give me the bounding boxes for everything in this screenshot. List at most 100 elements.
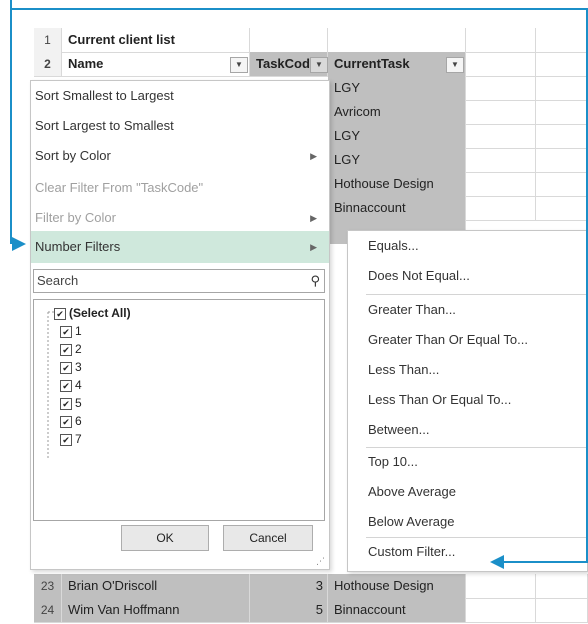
menu-item-sort-ascending[interactable]: Sort Smallest to Largest — [31, 81, 329, 111]
cell[interactable] — [250, 28, 328, 52]
cell[interactable] — [536, 574, 588, 598]
menu-item-label: Sort by Color — [35, 148, 111, 163]
submenu-item-equals[interactable]: Equals... — [368, 231, 419, 261]
row-number[interactable]: 24 — [34, 598, 62, 622]
checkbox-checked-icon[interactable]: ✔ — [60, 415, 72, 428]
filter-dropdown-menu: Sort Smallest to Largest Sort Largest to… — [30, 80, 330, 570]
task-cell[interactable]: Binnaccount — [328, 598, 466, 622]
checkbox-checked-icon[interactable]: ✔ — [60, 361, 72, 374]
menu-item-filter-by-color: Filter by Color ▶ — [31, 203, 329, 233]
tree-item-label: 1 — [75, 324, 82, 338]
tree-item-label: 7 — [75, 432, 82, 446]
header-name[interactable]: Name — [62, 52, 250, 76]
resize-grip-icon[interactable]: ⋰ — [316, 556, 325, 567]
submenu-item-top-10[interactable]: Top 10... — [368, 447, 418, 477]
task-cell[interactable]: LGY — [328, 148, 466, 172]
cell[interactable] — [466, 148, 536, 172]
callout-line-top — [10, 0, 12, 8]
taskcode-cell[interactable]: 3 — [250, 574, 328, 598]
submenu-arrow-icon: ▶ — [310, 242, 317, 252]
taskcode-filter-button[interactable]: ▼ — [310, 57, 328, 73]
tree-item[interactable]: ✔ 5 — [60, 394, 82, 412]
name-filter-button[interactable]: ▼ — [230, 57, 248, 73]
cell[interactable] — [466, 100, 536, 124]
search-icon: ⚲ — [310, 273, 320, 288]
cell[interactable] — [466, 172, 536, 196]
title-cell[interactable]: Current client list — [62, 28, 250, 52]
cell[interactable] — [466, 76, 536, 100]
submenu-item-less-than[interactable]: Less Than... — [368, 355, 439, 385]
submenu-item-between[interactable]: Between... — [368, 415, 429, 445]
cell[interactable] — [328, 28, 466, 52]
cell[interactable] — [536, 28, 588, 52]
name-cell[interactable]: Wim Van Hoffmann — [62, 598, 250, 622]
menu-item-clear-filter: Clear Filter From "TaskCode" — [35, 180, 204, 195]
row-number[interactable]: 2 — [34, 52, 62, 76]
submenu-item-below-average[interactable]: Below Average — [368, 507, 455, 537]
submenu-item-custom-filter[interactable]: Custom Filter... — [368, 537, 455, 567]
cell[interactable] — [466, 28, 536, 52]
submenu-arrow-icon: ▶ — [310, 151, 317, 161]
checkbox-checked-icon[interactable]: ✔ — [60, 343, 72, 356]
tree-item-label: 4 — [75, 378, 82, 392]
search-input[interactable]: Search ⚲ — [33, 269, 325, 293]
cancel-button[interactable]: Cancel — [223, 525, 313, 551]
callout-line-bottom-h — [504, 561, 588, 563]
checkbox-checked-icon[interactable]: ✔ — [60, 379, 72, 392]
menu-item-label: Number Filters — [35, 239, 121, 254]
cell[interactable] — [466, 196, 536, 220]
task-cell[interactable]: LGY — [328, 124, 466, 148]
header-row: 2 Name ▼ TaskCod ▼ CurrentTask ▼ — [34, 52, 588, 77]
cell[interactable] — [536, 598, 588, 622]
sheet-row: 23 Brian O'Driscoll 3 Hothouse Design — [34, 574, 588, 599]
submenu-item-above-average[interactable]: Above Average — [368, 477, 456, 507]
submenu-item-greater-than-or-equal[interactable]: Greater Than Or Equal To... — [368, 325, 528, 355]
row-number[interactable]: 1 — [34, 28, 62, 52]
tree-item[interactable]: ✔ 1 — [60, 322, 82, 340]
tree-item-label: 3 — [75, 360, 82, 374]
callout-line-left — [10, 8, 12, 244]
menu-item-sort-descending[interactable]: Sort Largest to Smallest — [31, 111, 329, 141]
number-filters-submenu: Equals... Does Not Equal... Greater Than… — [347, 230, 588, 572]
callout-arrow-right-icon — [490, 555, 504, 569]
checkbox-checked-icon[interactable]: ✔ — [54, 307, 66, 320]
cell[interactable] — [536, 52, 588, 76]
task-cell[interactable]: Binnaccount — [328, 196, 466, 220]
cell[interactable] — [466, 598, 536, 622]
submenu-item-less-than-or-equal[interactable]: Less Than Or Equal To... — [368, 385, 511, 415]
name-cell[interactable]: Brian O'Driscoll — [62, 574, 250, 598]
cell[interactable] — [466, 52, 536, 76]
tree-lines — [47, 311, 58, 460]
search-placeholder: Search — [37, 273, 79, 288]
tree-item[interactable]: ✔ 7 — [60, 430, 82, 448]
cell[interactable] — [466, 124, 536, 148]
checkbox-checked-icon[interactable]: ✔ — [60, 325, 72, 338]
submenu-item-does-not-equal[interactable]: Does Not Equal... — [368, 261, 470, 291]
callout-arrow-left-icon — [12, 237, 26, 251]
taskcode-cell[interactable]: 5 — [250, 598, 328, 622]
submenu-item-greater-than[interactable]: Greater Than... — [368, 295, 456, 325]
submenu-arrow-icon: ▶ — [310, 213, 317, 223]
tree-item-select-all[interactable]: ✔ (Select All) — [54, 304, 131, 322]
tree-item[interactable]: ✔ 3 — [60, 358, 82, 376]
menu-item-label: Filter by Color — [35, 210, 116, 225]
cell[interactable] — [466, 574, 536, 598]
task-cell[interactable]: Avricom — [328, 100, 466, 124]
row-number[interactable]: 23 — [34, 574, 62, 598]
task-cell[interactable]: Hothouse Design — [328, 574, 466, 598]
tree-item[interactable]: ✔ 4 — [60, 376, 82, 394]
task-cell[interactable]: LGY — [328, 76, 466, 100]
menu-item-sort-by-color[interactable]: Sort by Color ▶ — [31, 141, 329, 171]
checkbox-checked-icon[interactable]: ✔ — [60, 433, 72, 446]
checkbox-checked-icon[interactable]: ✔ — [60, 397, 72, 410]
menu-item-number-filters[interactable]: Number Filters ▶ — [31, 231, 329, 263]
value-checklist: ✔ (Select All) ✔ 1 ✔ 2 ✔ 3 ✔ 4 ✔ 5 ✔ 6 ✔ 7 — [33, 299, 325, 521]
tree-item-label: (Select All) — [69, 306, 131, 320]
task-cell[interactable]: Hothouse Design — [328, 172, 466, 196]
tree-item[interactable]: ✔ 2 — [60, 340, 82, 358]
callout-line-top-h — [10, 8, 588, 10]
tree-item-label: 5 — [75, 396, 82, 410]
currenttask-filter-button[interactable]: ▼ — [446, 57, 464, 73]
tree-item[interactable]: ✔ 6 — [60, 412, 82, 430]
ok-button[interactable]: OK — [121, 525, 209, 551]
